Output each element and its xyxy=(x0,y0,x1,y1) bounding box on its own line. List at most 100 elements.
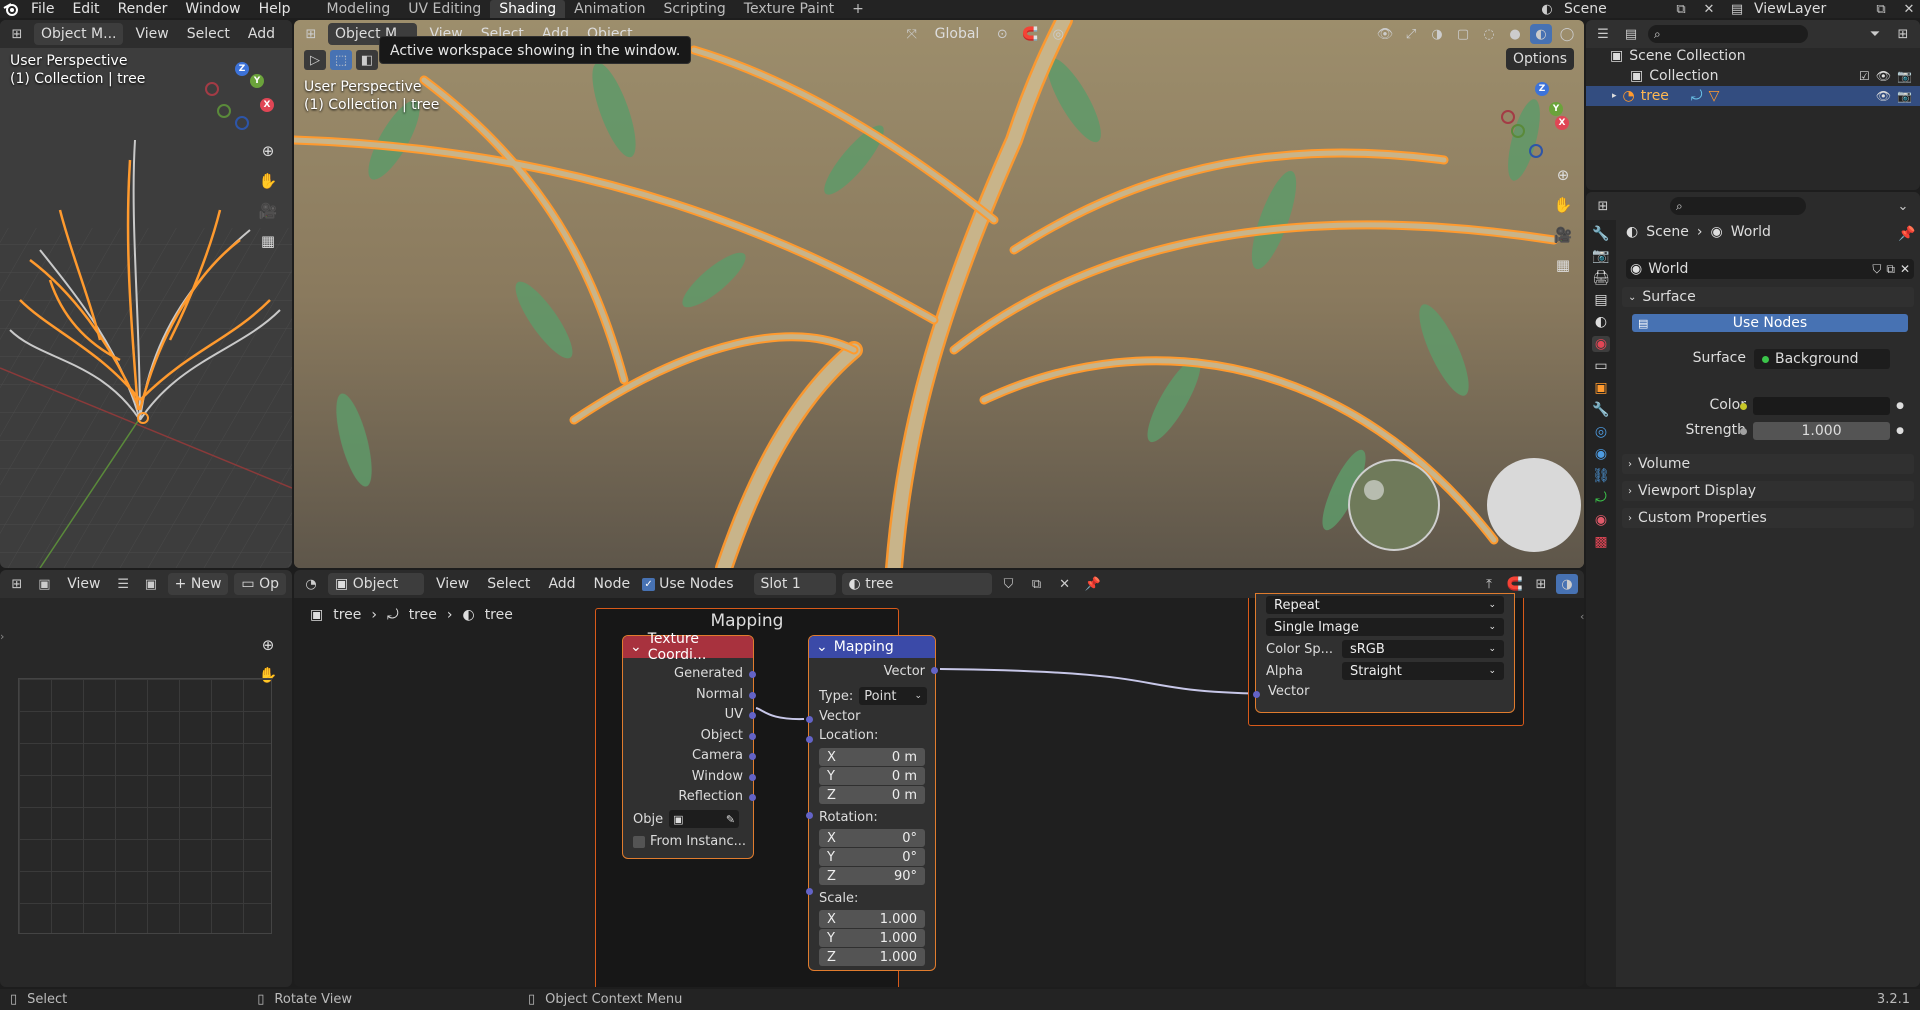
socket-uv[interactable] xyxy=(749,712,756,719)
image-view-icon[interactable]: ▣ xyxy=(34,574,56,594)
orientation-selector[interactable]: Global xyxy=(929,26,986,42)
scene-icon[interactable]: ◐ xyxy=(1536,0,1558,19)
physics-tab-icon[interactable]: ◉ xyxy=(1595,446,1607,462)
scale-y-field[interactable]: Y 1.000 xyxy=(819,929,925,947)
copy-viewlayer-icon[interactable]: ⧉ xyxy=(1870,0,1892,19)
location-z-field[interactable]: Z 0 m xyxy=(819,786,925,804)
left-viewport[interactable]: ⊞ Object M... View Select Add User Persp… xyxy=(0,20,292,568)
keyframe-dot-icon[interactable]: ● xyxy=(1896,401,1904,411)
shading-rendered-icon[interactable]: ◯ xyxy=(1556,24,1578,44)
tab-scripting[interactable]: Scripting xyxy=(655,0,735,18)
location-y-field[interactable]: Y 0 m xyxy=(819,767,925,785)
socket-normal[interactable] xyxy=(749,692,756,699)
eye-icon[interactable]: 👁 xyxy=(1876,89,1891,103)
material-tab-icon[interactable]: ◉ xyxy=(1595,512,1607,528)
gizmo-neg-y[interactable] xyxy=(1511,124,1525,138)
socket-camera[interactable] xyxy=(749,753,756,760)
render-tab-icon[interactable]: 📷 xyxy=(1592,248,1609,264)
xray-icon[interactable]: ▢ xyxy=(1452,24,1474,44)
eyedropper-icon[interactable]: ✎ xyxy=(726,813,735,826)
gizmo-z-axis[interactable]: Z xyxy=(1535,82,1549,96)
strength-field[interactable]: 1.000 ● xyxy=(1736,421,1904,441)
menu-help[interactable]: Help xyxy=(250,0,300,18)
outliner-search-field[interactable]: ⌕ xyxy=(1648,25,1808,43)
tab-animation[interactable]: Animation xyxy=(565,0,654,18)
filter-icon[interactable]: ⏷ xyxy=(1864,24,1886,44)
gizmo-y-axis[interactable]: Y xyxy=(250,74,264,88)
main-navigation-gizmo[interactable]: Z Y X xyxy=(1499,82,1574,158)
shading-wireframe-icon[interactable]: ◌ xyxy=(1478,24,1500,44)
socket-scale[interactable] xyxy=(806,888,813,895)
socket-window[interactable] xyxy=(749,774,756,781)
select-mode-icon[interactable]: ◧ xyxy=(356,50,378,70)
outliner-row-scene-collection[interactable]: ▣ Scene Collection xyxy=(1610,46,1746,66)
tab-uv-editing[interactable]: UV Editing xyxy=(399,0,490,18)
socket-location[interactable] xyxy=(806,736,813,743)
viewlayer-icon[interactable]: ▤ xyxy=(1726,0,1748,19)
collapse-icon[interactable]: ⌄ xyxy=(630,639,642,655)
expand-icon[interactable]: ▸ xyxy=(1612,91,1617,101)
pivot-icon[interactable]: ⊙ xyxy=(991,24,1013,44)
socket-rotation[interactable] xyxy=(806,812,813,819)
volume-section-header[interactable]: › Volume xyxy=(1622,454,1914,474)
tab-shading[interactable]: Shading xyxy=(490,0,566,18)
outliner[interactable]: ☰ ▤ ⌕ ⏷ ⊞ ▣ Scene Collection ▣ Collection … xyxy=(1586,20,1920,190)
location-x-field[interactable]: X 0 m xyxy=(819,748,925,766)
ortho-grid-icon[interactable]: ▦ xyxy=(255,228,281,254)
display-mode-icon[interactable]: ▤ xyxy=(1620,24,1642,44)
zoom-icon[interactable]: ⊕ xyxy=(255,138,281,164)
viewlayer-selector[interactable]: ViewLayer xyxy=(1754,1,1864,17)
snap-icon[interactable]: 🧲 xyxy=(1019,24,1041,44)
playback-icon[interactable]: ▷ xyxy=(304,50,326,70)
blender-logo-icon[interactable] xyxy=(0,0,22,18)
browse-image-icon[interactable]: ▣ xyxy=(140,574,162,594)
editor-type-icon[interactable]: ⊞ xyxy=(1592,196,1614,216)
side-arrow-icon[interactable]: ‹ xyxy=(1580,610,1584,623)
menu-file[interactable]: File xyxy=(22,0,63,18)
scale-x-field[interactable]: X 1.000 xyxy=(819,910,925,928)
node-editor[interactable]: ◔ ▣ Object View Select Add Node ✓ Use No… xyxy=(294,570,1584,987)
menu-add[interactable]: Add xyxy=(242,26,281,42)
source-dropdown[interactable]: Single Image ⌄ xyxy=(1266,618,1504,636)
rotation-x-field[interactable]: X 0° xyxy=(819,829,925,847)
collection-tab-icon[interactable]: ▭ xyxy=(1594,358,1607,374)
pin-icon[interactable]: 📌 xyxy=(1898,226,1915,242)
hamburger-icon[interactable]: ☰ xyxy=(112,574,134,594)
outliner-row-collection[interactable]: ▣ Collection ☑ 👁 📷 xyxy=(1630,66,1920,86)
open-image-button[interactable]: ▭ Op xyxy=(234,573,286,595)
menu-select[interactable]: Select xyxy=(181,26,236,42)
tool-tab-icon[interactable]: 🔧 xyxy=(1592,226,1609,242)
viewport-display-section-header[interactable]: › Viewport Display xyxy=(1622,481,1914,501)
menu-render[interactable]: Render xyxy=(109,0,177,18)
scene-tab-icon[interactable]: ◐ xyxy=(1595,314,1607,330)
world-browse-icon[interactable]: ◉ xyxy=(1630,261,1642,277)
strength-value[interactable]: 1.000 xyxy=(1753,422,1891,440)
gizmo-neg-x[interactable] xyxy=(205,82,219,96)
extension-dropdown[interactable]: Repeat ⌄ xyxy=(1266,596,1504,614)
gizmo-y-axis[interactable]: Y xyxy=(1549,102,1563,116)
custom-properties-section-header[interactable]: › Custom Properties xyxy=(1622,508,1914,528)
unlink-world-icon[interactable]: ✕ xyxy=(1900,262,1910,277)
editor-type-icon[interactable]: ⊞ xyxy=(6,24,28,44)
overlay-icon[interactable]: ◑ xyxy=(1426,24,1448,44)
camera-render-icon[interactable]: 📷 xyxy=(1897,69,1912,83)
proportional-edit-icon[interactable]: ◎ xyxy=(1047,24,1069,44)
socket-object[interactable] xyxy=(749,733,756,740)
shading-material-icon[interactable]: ◐ xyxy=(1530,24,1552,44)
menu-view[interactable]: View xyxy=(129,26,174,42)
camera-render-icon[interactable]: 📷 xyxy=(1897,89,1912,103)
type-dropdown[interactable]: Point ⌄ xyxy=(859,687,927,705)
pan-hand-icon[interactable]: ✋ xyxy=(255,168,281,194)
texcoord-header[interactable]: ⌄ Texture Coordi... xyxy=(623,631,753,663)
keyframe-dot-icon[interactable]: ● xyxy=(1896,426,1904,436)
texture-coordinate-node[interactable]: ⌄ Texture Coordi... Generated Normal UV … xyxy=(623,631,756,858)
color-field[interactable]: ● xyxy=(1736,396,1904,416)
select-box-icon[interactable]: ⬚ xyxy=(330,50,352,70)
options-button[interactable]: Options xyxy=(1506,48,1575,70)
camera-icon[interactable]: 🎥 xyxy=(255,198,281,224)
zoom-icon[interactable]: ⊕ xyxy=(1550,162,1576,188)
mapping-header[interactable]: ⌄ Mapping xyxy=(809,636,935,658)
properties-editor[interactable]: ⊞ ⌕ ⌄ 🔧 📷 🖨 ▤ ◐ ◉ ▭ ▣ 🔧 ◎ ◉ ⛓ ⤾ ◉ ▩ ◐ Sce… xyxy=(1586,192,1920,987)
menu-view[interactable]: View xyxy=(61,576,106,592)
socket-vector-in[interactable] xyxy=(806,716,813,723)
